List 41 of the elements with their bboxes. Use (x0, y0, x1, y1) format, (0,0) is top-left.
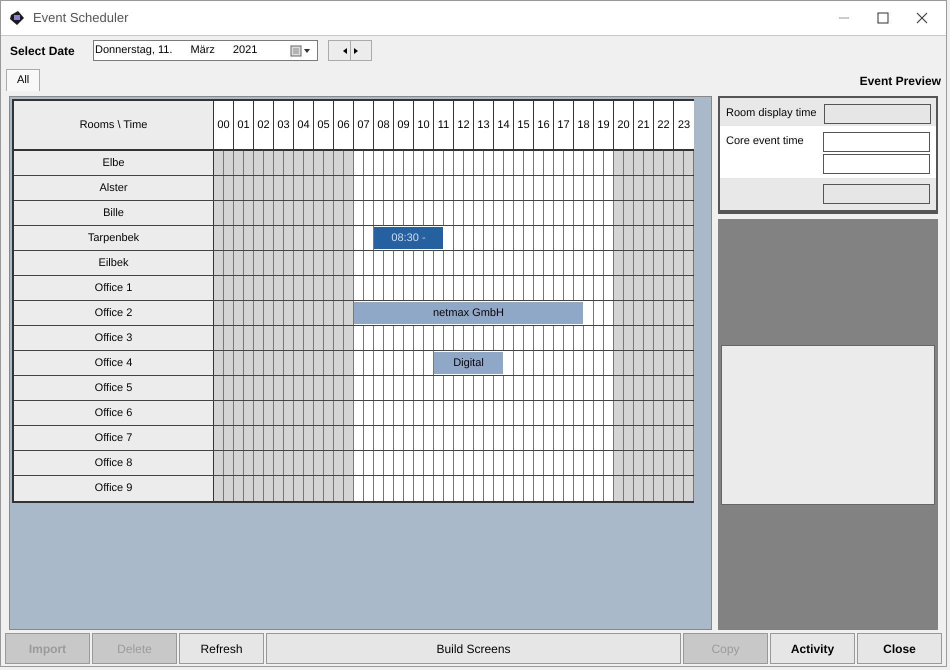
room-name[interactable]: Office 1 (14, 276, 214, 300)
date-month: März (190, 43, 215, 58)
toolbar-button[interactable]: Refresh (179, 633, 264, 664)
room-name[interactable]: Office 5 (14, 376, 214, 400)
date-year: 2021 (232, 43, 258, 58)
room-name[interactable]: Office 9 (14, 476, 214, 501)
app-icon (9, 10, 25, 26)
date-picker[interactable]: Donnerstag, 11. März 2021 (93, 40, 318, 61)
room-name[interactable]: Tarpenbek (14, 226, 214, 250)
toolbar-button[interactable]: Build Screens (266, 633, 681, 664)
close-icon[interactable] (916, 12, 928, 24)
room-name[interactable]: Office 4 (14, 351, 214, 375)
input-field[interactable] (823, 184, 930, 204)
room-name[interactable]: Office 8 (14, 451, 214, 475)
event-bar[interactable]: Digital (434, 352, 503, 374)
select-date-label: Select Date (10, 42, 76, 60)
room-name[interactable]: Alster (14, 176, 214, 200)
event-bar[interactable]: netmax GmbH (354, 302, 583, 324)
field-label: Core event time (726, 134, 805, 149)
room-name[interactable]: Office 3 (14, 326, 214, 350)
input-field[interactable] (823, 132, 930, 152)
tab[interactable]: All (6, 69, 40, 91)
calendar-dropdown-icon (290, 44, 312, 56)
event-bar[interactable]: 08:30 - (374, 227, 443, 249)
day-stepper[interactable] (328, 40, 372, 61)
column-header: Rooms \ Time (14, 101, 214, 149)
window-title: Event Scheduler (33, 9, 128, 28)
input-field[interactable] (823, 154, 930, 174)
toolbar-button[interactable]: Activity (770, 633, 855, 664)
room-name[interactable]: Office 7 (14, 426, 214, 450)
input-field[interactable] (824, 104, 932, 124)
maximize-icon[interactable] (877, 12, 889, 24)
room-name[interactable]: Bille (14, 201, 214, 225)
room-name[interactable]: Elbe (14, 151, 214, 175)
room-name[interactable]: Eilbek (14, 251, 214, 275)
room-name[interactable]: Office 2 (14, 301, 214, 325)
date-day: Donnerstag, 11. (95, 42, 172, 59)
toolbar-button[interactable]: Close (857, 633, 942, 664)
panel-title: Event Preview (860, 73, 941, 90)
room-name[interactable]: Office 6 (14, 401, 214, 425)
field-label: Room display time (726, 106, 816, 121)
